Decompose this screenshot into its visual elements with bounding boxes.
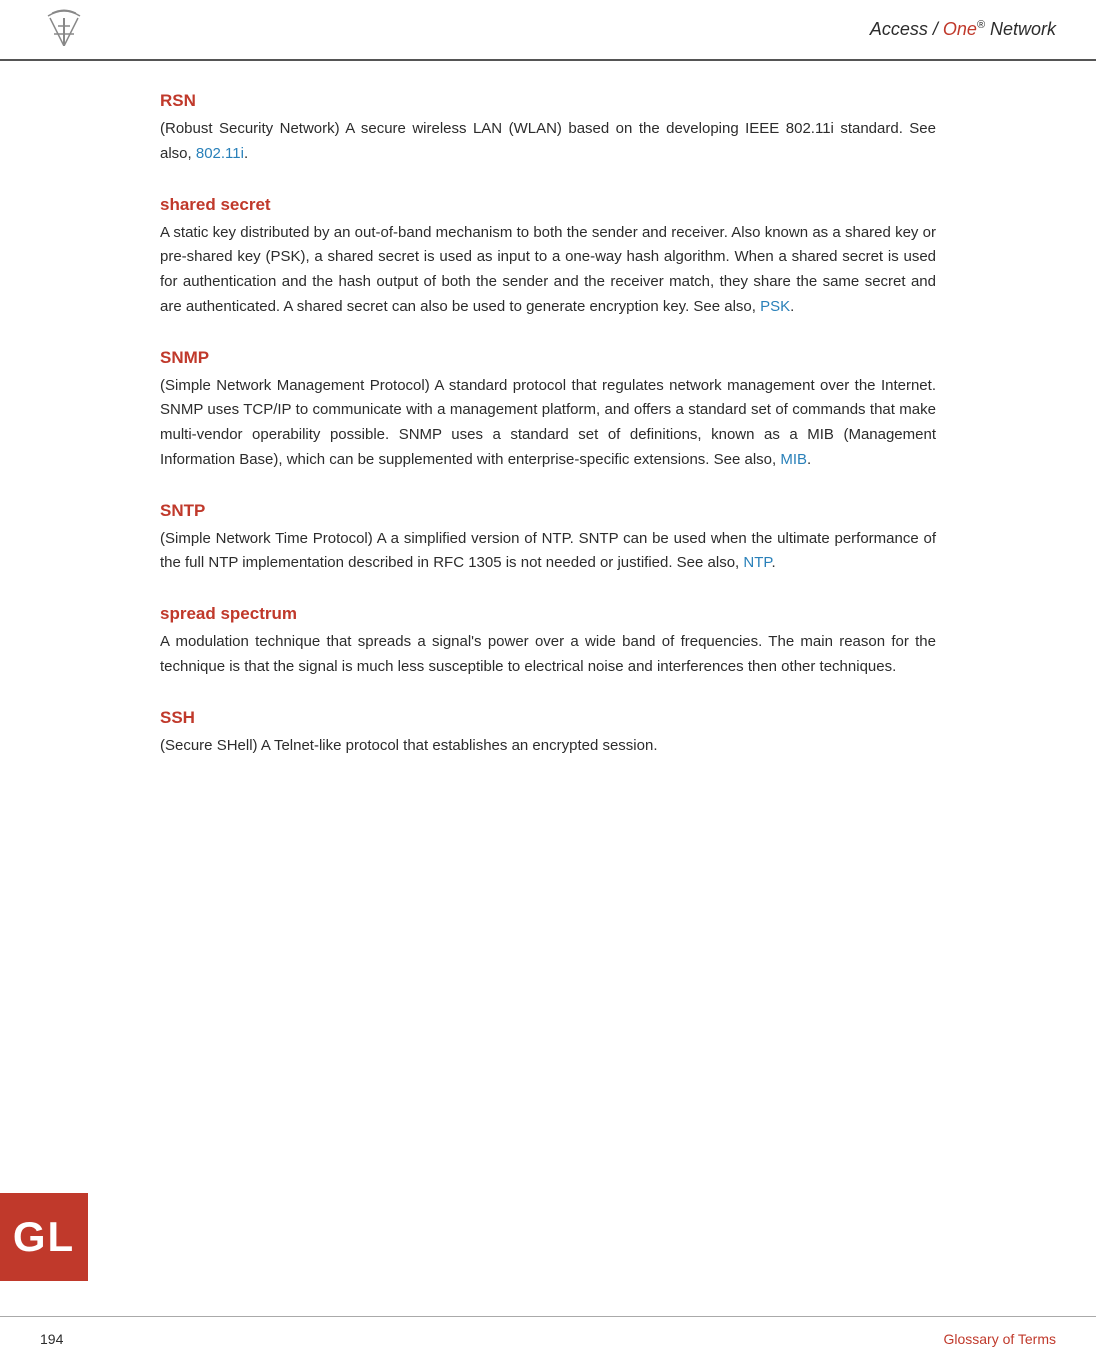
main-content: RSN (Robust Security Network) A secure w… xyxy=(0,61,1096,816)
page-footer: 194 Glossary of Terms xyxy=(0,1316,1096,1361)
entry-title-snmp: SNMP xyxy=(160,348,936,368)
entry-shared-secret: shared secret A static key distributed b… xyxy=(160,195,936,320)
entry-body-snmp: (Simple Network Management Protocol) A s… xyxy=(160,374,936,473)
entry-body-shared-secret: A static key distributed by an out-of-ba… xyxy=(160,221,936,320)
entry-title-shared-secret: shared secret xyxy=(160,195,936,215)
entry-title-ssh: SSH xyxy=(160,708,936,728)
footer-section-label: Glossary of Terms xyxy=(943,1331,1056,1347)
page-header: Access / One® Network xyxy=(0,0,1096,61)
entry-snmp: SNMP (Simple Network Management Protocol… xyxy=(160,348,936,473)
entry-spread-spectrum: spread spectrum A modulation technique t… xyxy=(160,604,936,680)
link-mib[interactable]: MIB xyxy=(780,451,807,468)
entry-body-ssh: (Secure SHell) A Telnet-like protocol th… xyxy=(160,734,936,759)
link-802-11i[interactable]: 802.11i xyxy=(196,145,244,162)
entry-title-sntp: SNTP xyxy=(160,501,936,521)
entry-title-rsn: RSN xyxy=(160,91,936,111)
link-psk[interactable]: PSK xyxy=(760,298,790,315)
entry-ssh: SSH (Secure SHell) A Telnet-like protoco… xyxy=(160,708,936,759)
gl-badge: GL xyxy=(0,1193,88,1281)
header-logo xyxy=(40,8,88,51)
entry-body-rsn: (Robust Security Network) A secure wirel… xyxy=(160,117,936,167)
entry-title-spread-spectrum: spread spectrum xyxy=(160,604,936,624)
entry-body-spread-spectrum: A modulation technique that spreads a si… xyxy=(160,630,936,680)
gl-badge-label: GL xyxy=(13,1213,75,1261)
link-ntp[interactable]: NTP xyxy=(743,554,771,571)
entry-sntp: SNTP (Simple Network Time Protocol) A a … xyxy=(160,501,936,577)
footer-page-number: 194 xyxy=(40,1331,63,1347)
entry-body-sntp: (Simple Network Time Protocol) A a simpl… xyxy=(160,527,936,577)
entry-rsn: RSN (Robust Security Network) A secure w… xyxy=(160,91,936,167)
header-title: Access / One® Network xyxy=(870,19,1056,40)
